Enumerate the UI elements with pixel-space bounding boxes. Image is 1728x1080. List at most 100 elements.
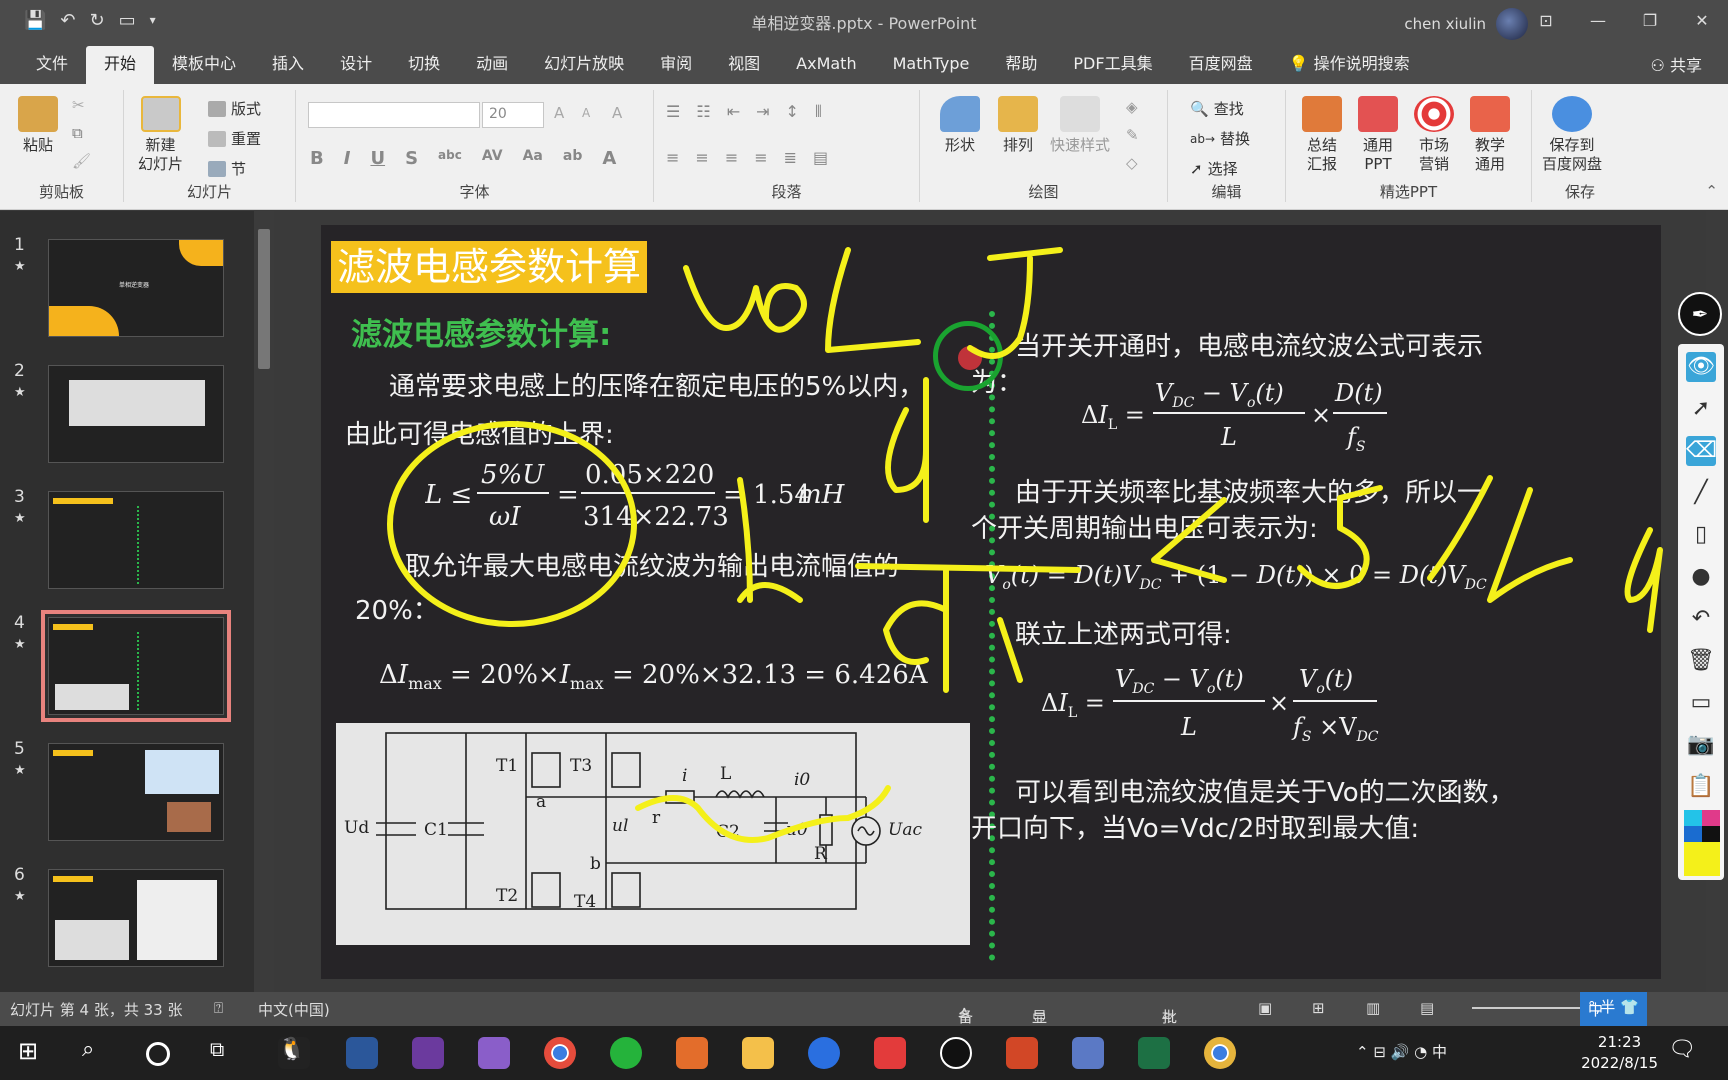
tool-icon[interactable]: [412, 1037, 444, 1069]
distribute-icon[interactable]: ≣: [784, 148, 797, 167]
wps-icon[interactable]: [874, 1037, 906, 1069]
left-paragraph-1[interactable]: 通常要求电感上的压降在额定电压的5%以内， 由此可得电感值的上界:: [345, 369, 945, 453]
summary-report-button[interactable]: 总结 汇报: [1302, 96, 1342, 174]
reset-button[interactable]: 重置: [208, 128, 261, 149]
tab-baidu-pan[interactable]: 百度网盘: [1171, 46, 1271, 84]
folder-icon[interactable]: [742, 1037, 774, 1069]
clear-format-icon[interactable]: A: [612, 104, 622, 122]
save-icon[interactable]: 💾: [24, 10, 46, 31]
matlab-icon[interactable]: [676, 1037, 708, 1069]
slide-title[interactable]: 滤波电感参数计算: [331, 241, 648, 293]
formula-max-ripple[interactable]: ΔImax = 20%×Imax = 20%×32.13 = 6.426A: [379, 655, 939, 695]
justify-icon[interactable]: ≡: [754, 148, 767, 167]
slide-thumbnail-5[interactable]: [48, 743, 224, 841]
slide-sorter-icon[interactable]: ⊞: [1312, 999, 1325, 1017]
shape-fill-icon[interactable]: ◈: [1126, 98, 1138, 116]
chrome-icon[interactable]: [544, 1037, 576, 1069]
find-button[interactable]: 🔍 查找: [1190, 98, 1244, 119]
undo-icon[interactable]: ↶: [1686, 604, 1716, 634]
tab-home[interactable]: 开始: [86, 46, 155, 84]
tab-review[interactable]: 审阅: [642, 46, 710, 84]
tell-me-search[interactable]: 💡 操作说明搜索: [1271, 46, 1428, 84]
notification-icon[interactable]: 🗨: [1668, 1037, 1700, 1069]
section-subtitle[interactable]: 滤波电感参数计算:: [351, 309, 611, 354]
customize-qat-icon[interactable]: ▾: [150, 13, 156, 27]
minimize-icon[interactable]: —: [1572, 0, 1624, 40]
zoom-slider[interactable]: [1472, 1007, 1582, 1009]
align-left-icon[interactable]: ≡: [666, 148, 679, 167]
inverter-circuit-diagram[interactable]: Ud C1 T1 T3 T2 T4 a b L r i i0 ul C2 u0 …: [336, 723, 970, 945]
bold-icon[interactable]: B: [310, 148, 324, 169]
left-paragraph-2[interactable]: 取允许最大电感电流纹波为输出电流幅值的 20%：: [355, 549, 955, 629]
slide-thumbnail-1[interactable]: 单相逆变器: [48, 239, 224, 337]
quick-style-button[interactable]: 快速样式: [1050, 96, 1110, 155]
new-slide-button[interactable]: 新建 幻灯片: [138, 96, 183, 174]
tab-help[interactable]: 帮助: [987, 46, 1055, 84]
bullets-icon[interactable]: ☰: [666, 102, 680, 122]
chrome-icon[interactable]: [1204, 1037, 1236, 1069]
slide-thumbnail-4[interactable]: [41, 610, 231, 722]
user-account[interactable]: chen xiulin: [1404, 8, 1528, 40]
reading-view-icon[interactable]: ▥: [1366, 999, 1380, 1017]
tab-axmath[interactable]: AxMath: [778, 46, 874, 84]
highlight-icon[interactable]: ab: [563, 148, 582, 169]
qq-icon[interactable]: 🐧: [278, 1037, 310, 1069]
color-palette[interactable]: [1684, 810, 1720, 876]
tab-design[interactable]: 设计: [322, 46, 390, 84]
tab-file[interactable]: 文件: [18, 46, 86, 84]
formula-output-voltage[interactable]: Vo(t) = D(t)VDC + (1 − D(t)) × 0 = D(t)V…: [985, 555, 1625, 599]
increase-indent-icon[interactable]: ⇥: [756, 102, 769, 122]
font-name-box[interactable]: [308, 102, 480, 128]
whiteboard-icon[interactable]: ▭: [1686, 688, 1716, 718]
line-spacing-icon[interactable]: ↕: [786, 102, 799, 122]
tab-insert[interactable]: 插入: [254, 46, 322, 84]
search-icon[interactable]: ⌕: [82, 1037, 114, 1069]
shrink-font-icon[interactable]: A: [582, 106, 590, 120]
format-painter-icon[interactable]: 🖌: [72, 152, 91, 170]
italic-icon[interactable]: I: [344, 148, 351, 169]
slide-thumbnail-2[interactable]: [48, 365, 224, 463]
change-case-icon[interactable]: Aa: [523, 148, 543, 169]
font-color-icon[interactable]: A: [602, 148, 616, 169]
clipboard-icon[interactable]: 📋: [1686, 772, 1716, 802]
spellcheck-icon[interactable]: ⍰: [214, 999, 223, 1017]
app-icon[interactable]: [478, 1037, 510, 1069]
save-to-baidu-button[interactable]: 保存到 百度网盘: [1542, 96, 1602, 174]
slide-thumbnail-6[interactable]: [48, 869, 224, 967]
cortana-icon[interactable]: [146, 1042, 170, 1066]
tab-view[interactable]: 视图: [710, 46, 778, 84]
tab-mathtype[interactable]: MathType: [875, 46, 988, 84]
redo-icon[interactable]: ↻: [90, 10, 105, 31]
section-button[interactable]: 节: [208, 158, 246, 179]
tab-template-center[interactable]: 模板中心: [154, 46, 254, 84]
right-paragraph-3[interactable]: 联立上述两式可得:: [1015, 617, 1232, 653]
tab-animations[interactable]: 动画: [458, 46, 526, 84]
trash-icon[interactable]: 🗑: [1686, 646, 1716, 676]
undo-icon[interactable]: ↶: [60, 10, 75, 31]
formula-inductance-bound[interactable]: L ≤ 5%U ωI = 0.05×220 314×22.73 = 1.54 m…: [424, 455, 865, 535]
slide-thumbnail-3[interactable]: [48, 491, 224, 589]
copy-icon[interactable]: ⧉: [72, 124, 83, 142]
numbering-icon[interactable]: ☷: [696, 102, 710, 122]
normal-view-icon[interactable]: ▣: [1258, 999, 1272, 1017]
align-right-icon[interactable]: ≡: [725, 148, 738, 167]
decrease-indent-icon[interactable]: ⇤: [727, 102, 740, 122]
layout-button[interactable]: 版式: [208, 98, 261, 119]
pen-tool-logo[interactable]: ✒: [1678, 292, 1722, 336]
text-box-align-icon[interactable]: ▤: [813, 148, 828, 167]
cut-icon[interactable]: ✂: [72, 96, 85, 114]
underline-icon[interactable]: U: [370, 148, 385, 169]
share-button[interactable]: ⚇ 共享: [1651, 52, 1702, 76]
replace-button[interactable]: ab→ 替换: [1190, 128, 1250, 149]
eye-icon[interactable]: 👁: [1686, 352, 1716, 382]
mathtype-icon[interactable]: [1072, 1037, 1104, 1069]
dot-icon[interactable]: ●: [1686, 562, 1716, 592]
powerpoint-icon[interactable]: [1006, 1037, 1038, 1069]
task-view-icon[interactable]: ⧉: [210, 1037, 242, 1069]
browser-icon[interactable]: [808, 1037, 840, 1069]
general-ppt-button[interactable]: 通用 PPT: [1358, 96, 1398, 174]
present-icon[interactable]: ▭: [119, 10, 136, 31]
marketing-button[interactable]: 市场 营销: [1414, 96, 1454, 174]
formula-ripple-combined[interactable]: ΔIL = VDC − Vo(t) L × Vo(t) fS ×VDC: [1041, 663, 1381, 749]
shape-button[interactable]: 形状: [940, 96, 980, 155]
